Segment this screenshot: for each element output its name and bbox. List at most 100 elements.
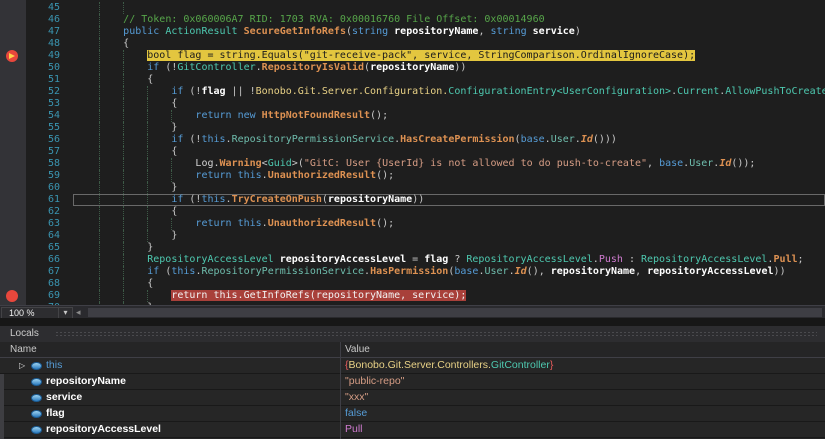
code-text: public ActionResult SecureGetInfoRefs(st…: [75, 26, 581, 38]
code-line[interactable]: 66 RepositoryAccessLevel repositoryAcces…: [0, 254, 825, 266]
code-text: return this.UnauthorizedResult();: [75, 218, 394, 230]
variable-value: "xxx": [345, 390, 368, 405]
line-number: 60: [26, 182, 60, 194]
code-text: [75, 2, 147, 14]
code-line[interactable]: 55 }: [0, 122, 825, 134]
line-number: 50: [26, 62, 60, 74]
line-number: 67: [26, 266, 60, 278]
variable-icon: [31, 410, 42, 418]
statement: return this.GetInfoRefs(repositoryName, …: [171, 290, 466, 301]
locals-row[interactable]: repositoryName"public-repo": [0, 374, 825, 390]
code-line[interactable]: 50 if (!GitController.RepositoryIsValid(…: [0, 62, 825, 74]
code-line[interactable]: 61 if (!this.TryCreateOnPush(repositoryN…: [0, 194, 825, 206]
indent: [75, 38, 123, 49]
locals-row[interactable]: flagfalse: [0, 406, 825, 422]
locals-row[interactable]: repositoryAccessLevelPull: [0, 422, 825, 438]
code-text: Log.Warning<Guid>("GitC: User {UserId} i…: [75, 158, 755, 170]
code-line[interactable]: 67 if (this.RepositoryPermissionService.…: [0, 266, 825, 278]
indent: [75, 170, 195, 181]
debugger-window: 45 46 // Token: 0x060006A7 RID: 1703 RVA…: [0, 0, 825, 439]
code-text: if (!GitController.RepositoryIsValid(rep…: [75, 62, 466, 74]
column-separator[interactable]: [340, 342, 341, 439]
code-line[interactable]: 48 {: [0, 38, 825, 50]
code-line[interactable]: 57 {: [0, 146, 825, 158]
code-line[interactable]: 65 }: [0, 242, 825, 254]
code-text: }: [75, 182, 177, 194]
breakpoint-current-statement-icon[interactable]: [6, 50, 18, 62]
line-number: 65: [26, 242, 60, 254]
code-line[interactable]: 58 Log.Warning<Guid>("GitC: User {UserId…: [0, 158, 825, 170]
code-line[interactable]: 49 bool flag = string.Equals("git-receiv…: [0, 50, 825, 62]
statement: if (!this.TryCreateOnPush(repositoryName…: [171, 194, 424, 205]
scrollbar-thumb[interactable]: [88, 308, 822, 317]
locals-panel: Locals Name Value ▷this{Bonobo.Git.Serve…: [0, 326, 825, 439]
code-line[interactable]: 46 // Token: 0x060006A7 RID: 1703 RVA: 0…: [0, 14, 825, 26]
locals-header: Name Value: [0, 342, 825, 358]
line-number: 52: [26, 86, 60, 98]
code-line[interactable]: 47 public ActionResult SecureGetInfoRefs…: [0, 26, 825, 38]
statement: {: [171, 146, 177, 157]
statement: {: [147, 74, 153, 85]
line-number: 56: [26, 134, 60, 146]
indent: [75, 194, 171, 205]
code-line[interactable]: 54 return new HttpNotFoundResult();: [0, 110, 825, 122]
code-text: return this.UnauthorizedResult();: [75, 170, 394, 182]
code-line[interactable]: 68 {: [0, 278, 825, 290]
statement: {: [123, 38, 129, 49]
code-line[interactable]: 59 return this.UnauthorizedResult();: [0, 170, 825, 182]
code-line[interactable]: 60 }: [0, 182, 825, 194]
indent: [75, 62, 147, 73]
variable-name: service: [46, 390, 82, 405]
line-number: 61: [26, 194, 60, 206]
code-line[interactable]: 69 return this.GetInfoRefs(repositoryNam…: [0, 290, 825, 302]
code-text: {: [75, 98, 177, 110]
indent: [75, 218, 195, 229]
code-line[interactable]: 64 }: [0, 230, 825, 242]
code-line[interactable]: 62 {: [0, 206, 825, 218]
code-text: {: [75, 74, 153, 86]
line-number: 51: [26, 74, 60, 86]
statement: return this.UnauthorizedResult();: [195, 170, 394, 181]
code-line[interactable]: 63 return this.UnauthorizedResult();: [0, 218, 825, 230]
variable-value: {Bonobo.Git.Server.Controllers.GitContro…: [345, 358, 553, 373]
column-header-name[interactable]: Name: [10, 342, 37, 357]
code-text: if (this.RepositoryPermissionService.Has…: [75, 266, 786, 278]
locals-title-bar[interactable]: Locals: [0, 326, 825, 342]
line-number: 66: [26, 254, 60, 266]
indent: [75, 278, 147, 289]
code-line[interactable]: 56 if (!this.RepositoryPermissionService…: [0, 134, 825, 146]
statement: if (!this.RepositoryPermissionService.Ha…: [171, 134, 617, 145]
code-text: return new HttpNotFoundResult();: [75, 110, 388, 122]
statement: return this.UnauthorizedResult();: [195, 218, 394, 229]
code-editor[interactable]: 45 46 // Token: 0x060006A7 RID: 1703 RVA…: [0, 0, 825, 305]
code-text: if (!this.RepositoryPermissionService.Ha…: [75, 134, 617, 146]
horizontal-scrollbar[interactable]: 100 % ▾ ◂: [0, 305, 825, 318]
line-number: 57: [26, 146, 60, 158]
indent: [75, 242, 147, 253]
code-text: {: [75, 206, 177, 218]
indent: [75, 2, 147, 13]
code-line[interactable]: 51 {: [0, 74, 825, 86]
code-line[interactable]: 52 if (!flag || !Bonobo.Git.Server.Confi…: [0, 86, 825, 98]
line-number: 64: [26, 230, 60, 242]
locals-row[interactable]: ▷this{Bonobo.Git.Server.Controllers.GitC…: [0, 358, 825, 374]
indent: [75, 98, 171, 109]
expander-icon[interactable]: ▷: [19, 358, 25, 373]
code-text: // Token: 0x060006A7 RID: 1703 RVA: 0x00…: [75, 14, 545, 26]
locals-row[interactable]: service "xxx": [0, 390, 825, 406]
breakpoint-icon[interactable]: [6, 290, 18, 302]
code-text: {: [75, 146, 177, 158]
code-text: return this.GetInfoRefs(repositoryName, …: [75, 290, 466, 302]
statement: RepositoryAccessLevel repositoryAccessLe…: [147, 254, 803, 265]
column-header-value[interactable]: Value: [345, 342, 370, 357]
locals-title: Locals: [10, 328, 39, 339]
line-number: 55: [26, 122, 60, 134]
statement: bool flag = string.Equals("git-receive-p…: [147, 50, 695, 61]
indent: [75, 122, 171, 133]
panel-divider: [0, 318, 825, 326]
statement: {: [171, 206, 177, 217]
code-text: }: [75, 242, 153, 254]
code-line[interactable]: 53 {: [0, 98, 825, 110]
statement: public ActionResult SecureGetInfoRefs(st…: [123, 26, 581, 37]
code-line[interactable]: 45: [0, 2, 825, 14]
